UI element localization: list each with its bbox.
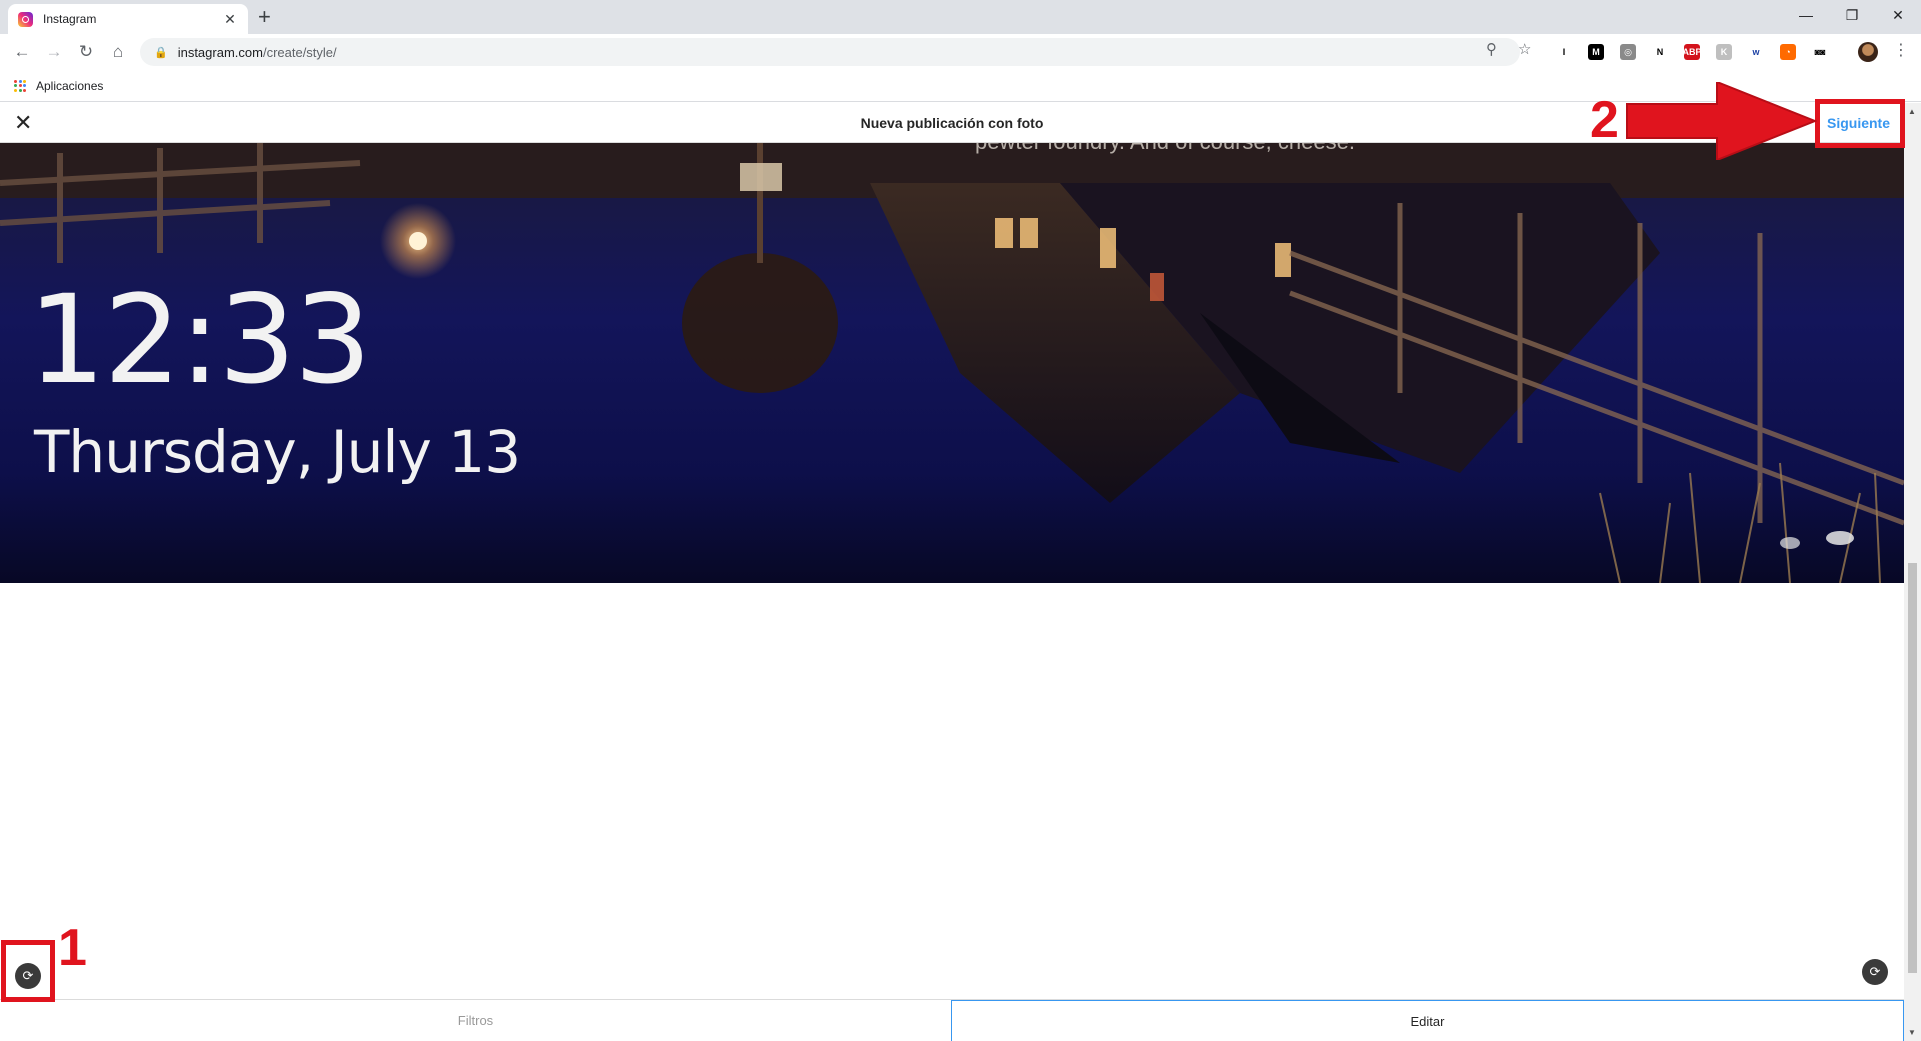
zoom-icon[interactable]: ⚲ [1486,40,1497,58]
lock-icon: 🔒 [154,46,168,59]
back-button[interactable]: ← [10,40,34,64]
close-window-button[interactable]: ✕ [1875,0,1921,30]
browser-tab-instagram[interactable]: Instagram ✕ [8,4,248,34]
tab-strip: Instagram ✕ + — ❐ ✕ [0,0,1921,34]
profile-avatar[interactable] [1858,42,1878,62]
menu-icon[interactable]: ⋮ [1893,40,1909,60]
apps-grid-icon[interactable] [14,79,26,92]
notion-extension-icon[interactable]: N [1652,44,1668,60]
url-host: instagram.com [177,44,263,60]
annotation-box-2 [1815,99,1905,148]
address-bar[interactable]: 🔒 instagram.com /create/style/ [140,38,1520,66]
scroll-thumb[interactable] [1908,563,1917,973]
instagram-create-page: ✕ Nueva publicación con foto Siguiente 1… [0,103,1904,1041]
adblock-extension-icon[interactable]: ABP [1683,44,1702,60]
globe-extension-icon[interactable]: ◎ [1620,44,1636,60]
edit-tabs: Filtros Editar [0,999,1904,1041]
annotation-number-1: 1 [58,919,87,977]
maximize-button[interactable]: ❐ [1829,0,1875,30]
instapaper-extension-icon[interactable]: I [1556,44,1572,60]
forward-button[interactable]: → [42,40,66,64]
rotate-icon[interactable]: ⟳ [1862,959,1888,985]
annotation-arrow-icon [1626,82,1817,160]
lockscreen-time: 12:33 [28,269,372,411]
lockscreen-date: Thursday, July 13 [34,418,521,486]
tab-title: Instagram [43,12,97,26]
wp-extension-icon[interactable]: w [1748,44,1764,60]
new-tab-button[interactable]: + [258,5,271,29]
instagram-favicon-icon [18,11,33,27]
feedly-extension-icon[interactable]: ◔ [1780,44,1796,60]
scroll-up-icon[interactable]: ▲ [1908,107,1916,116]
url-path: /create/style/ [262,44,337,60]
page-scrollbar[interactable]: ▲ ▼ [1904,103,1921,1041]
scroll-down-icon[interactable]: ▼ [1908,1028,1916,1037]
minimize-button[interactable]: — [1783,0,1829,30]
tab-close-icon[interactable]: ✕ [222,11,238,28]
annotation-box-1 [1,940,55,1002]
annotation-number-2: 2 [1590,91,1619,149]
glasses-extension-icon[interactable]: ◙◙ [1812,44,1828,60]
reload-button[interactable]: ↻ [74,40,98,64]
tab-editar[interactable]: Editar [951,1000,1904,1041]
medium-extension-icon[interactable]: M [1588,44,1604,60]
tab-filtros[interactable]: Filtros [0,1000,951,1041]
photo-caption: pewter foundry. And of course, cheese. [975,143,1355,155]
apps-bookmark[interactable]: Aplicaciones [36,79,103,93]
k-ext-extension-icon[interactable]: K [1716,44,1732,60]
browser-toolbar: ← → ↻ ⌂ 🔒 instagram.com /create/style/ ⚲… [0,34,1921,70]
home-button[interactable]: ⌂ [106,40,130,64]
bookmark-star-icon[interactable]: ☆ [1518,40,1531,58]
photo-preview: pewter foundry. And of course, cheese. 1… [0,143,1904,583]
